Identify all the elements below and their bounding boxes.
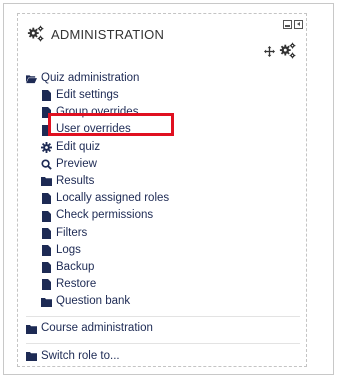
page-icon xyxy=(41,193,52,205)
block-settings-gears-icon[interactable] xyxy=(279,42,297,60)
tree-item-edit-quiz[interactable]: Edit quiz xyxy=(26,139,302,156)
block-header: ADMINISTRATION xyxy=(27,21,297,47)
tree-item-logs[interactable]: Logs xyxy=(26,242,302,259)
tree-item-label: Locally assigned roles xyxy=(56,192,170,205)
search-icon xyxy=(41,159,52,170)
tree-item-preview[interactable]: Preview xyxy=(26,156,302,173)
tree-item-backup[interactable]: Backup xyxy=(26,259,302,276)
tree-item-filters[interactable]: Filters xyxy=(26,225,302,242)
tree-item-label: Filters xyxy=(56,226,88,239)
tree-item-results[interactable]: Results xyxy=(26,173,302,190)
tree-item-check-permissions[interactable]: Check permissions xyxy=(26,208,302,225)
tree-item-locally-assigned-roles[interactable]: Locally assigned roles xyxy=(26,190,302,207)
block-actions xyxy=(264,42,297,60)
minimize-block-icon[interactable] xyxy=(283,20,292,29)
tree-item-label: Edit settings xyxy=(56,89,119,102)
folder-icon xyxy=(41,176,52,187)
tree-item-label: Restore xyxy=(56,278,97,291)
move-icon[interactable] xyxy=(264,45,275,57)
divider xyxy=(26,342,300,344)
tree-item-edit-settings[interactable]: Edit settings xyxy=(26,87,302,104)
tree-item-restore[interactable]: Restore xyxy=(26,276,302,293)
block-title: ADMINISTRATION xyxy=(51,26,165,42)
page-icon xyxy=(41,90,52,102)
tree-item-label: Preview xyxy=(56,157,97,170)
page-icon xyxy=(41,210,52,222)
tree-item-question-bank[interactable]: Question bank xyxy=(26,293,302,310)
folder-open-icon xyxy=(26,73,37,84)
tree-item-label: Logs xyxy=(56,243,81,256)
annotation-highlight-box xyxy=(48,113,174,136)
gears-icon xyxy=(27,25,44,42)
administration-block: ADMINISTRATION Quiz administration Edit … xyxy=(17,13,307,367)
page-icon xyxy=(41,227,52,239)
block-controls xyxy=(283,20,303,29)
page-icon xyxy=(41,244,52,256)
course-administration-node[interactable]: Course administration xyxy=(26,321,302,338)
page-icon xyxy=(41,262,52,274)
quiz-administration-node[interactable]: Quiz administration xyxy=(26,70,302,87)
quiz-administration-label: Quiz administration xyxy=(41,71,140,84)
course-administration-label: Course administration xyxy=(41,322,153,335)
gear-icon xyxy=(41,141,52,153)
page-icon xyxy=(41,279,52,291)
tree-item-label: Check permissions xyxy=(56,209,154,222)
tree-item-label: Backup xyxy=(56,260,95,273)
tree-item-label: Results xyxy=(56,174,95,187)
divider xyxy=(26,315,300,317)
switch-role-label: Switch role to... xyxy=(41,349,120,362)
dock-block-icon[interactable] xyxy=(294,20,303,29)
tree-item-label: Edit quiz xyxy=(56,140,101,153)
tree-item-label: Question bank xyxy=(56,295,131,308)
folder-icon xyxy=(26,324,37,335)
switch-role-node[interactable]: Switch role to... xyxy=(26,348,302,365)
folder-icon xyxy=(26,351,37,362)
folder-icon xyxy=(41,297,52,308)
